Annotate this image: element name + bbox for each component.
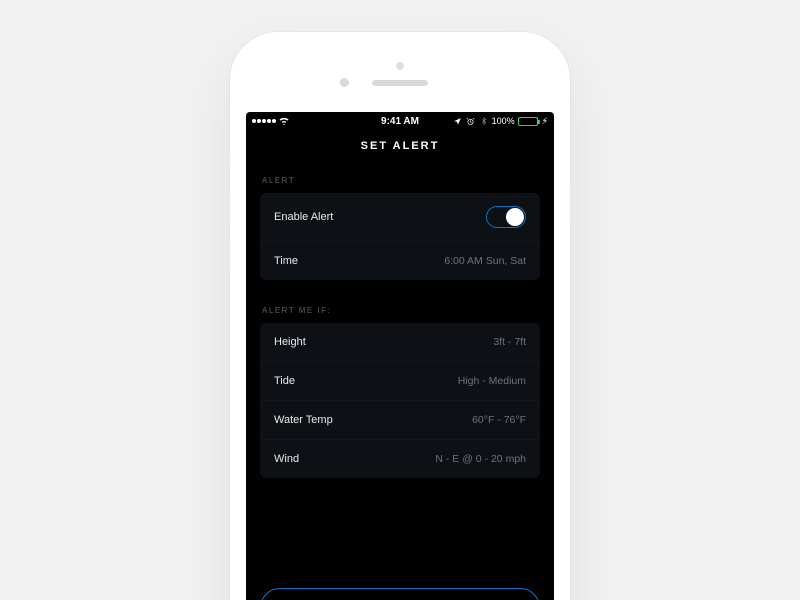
earpiece-speaker bbox=[372, 80, 428, 86]
row-tide[interactable]: Tide High - Medium bbox=[260, 361, 540, 400]
row-label: Height bbox=[274, 336, 306, 348]
mute-switch bbox=[227, 150, 230, 172]
volume-up-button bbox=[227, 192, 230, 228]
row-height[interactable]: Height 3ft - 7ft bbox=[260, 323, 540, 361]
enable-alert-toggle[interactable] bbox=[486, 206, 526, 228]
row-label: Enable Alert bbox=[274, 211, 333, 223]
dismiss-wrap: DISMISS bbox=[260, 588, 540, 600]
battery-percent: 100% bbox=[492, 116, 515, 126]
row-value: 6:00 AM Sun, Sat bbox=[444, 255, 526, 267]
section-label-alert: ALERT bbox=[262, 176, 540, 185]
row-water-temp[interactable]: Water Temp 60°F - 76°F bbox=[260, 400, 540, 439]
row-value: 60°F - 76°F bbox=[472, 414, 526, 426]
power-button bbox=[570, 182, 573, 226]
row-label: Tide bbox=[274, 375, 295, 387]
status-right: 100% ⚡︎ bbox=[453, 116, 548, 127]
row-label: Time bbox=[274, 255, 298, 267]
charging-icon: ⚡︎ bbox=[542, 116, 548, 127]
row-wind[interactable]: Wind N - E @ 0 - 20 mph bbox=[260, 439, 540, 478]
row-time[interactable]: Time 6:00 AM Sun, Sat bbox=[260, 241, 540, 280]
row-label: Water Temp bbox=[274, 414, 333, 426]
canvas: 9:41 AM 100% ⚡︎ SET ALERT bbox=[0, 0, 800, 600]
location-icon bbox=[453, 116, 463, 126]
signal-dots-icon bbox=[252, 119, 276, 123]
volume-down-button bbox=[227, 236, 230, 272]
wifi-icon bbox=[279, 116, 289, 126]
page-title: SET ALERT bbox=[246, 130, 554, 170]
row-label: Wind bbox=[274, 453, 299, 465]
dismiss-button[interactable]: DISMISS bbox=[260, 588, 540, 600]
row-value: 3ft - 7ft bbox=[493, 336, 526, 348]
alert-card: Enable Alert Time 6:00 AM Sun, Sat bbox=[260, 193, 540, 280]
battery-icon bbox=[518, 117, 538, 126]
screen: 9:41 AM 100% ⚡︎ SET ALERT bbox=[246, 112, 554, 600]
bluetooth-icon bbox=[479, 116, 489, 126]
toggle-knob bbox=[506, 208, 524, 226]
status-time: 9:41 AM bbox=[381, 116, 419, 127]
row-value: N - E @ 0 - 20 mph bbox=[435, 453, 526, 465]
row-enable-alert[interactable]: Enable Alert bbox=[260, 193, 540, 241]
row-value: High - Medium bbox=[458, 375, 526, 387]
conditions-card: Height 3ft - 7ft Tide High - Medium Wate… bbox=[260, 323, 540, 478]
status-bar: 9:41 AM 100% ⚡︎ bbox=[246, 112, 554, 130]
proximity-sensor bbox=[396, 62, 404, 70]
alarm-icon bbox=[466, 116, 476, 126]
section-label-conditions: ALERT ME IF: bbox=[262, 306, 540, 315]
front-camera bbox=[340, 78, 349, 87]
status-left bbox=[252, 116, 289, 126]
phone-frame: 9:41 AM 100% ⚡︎ SET ALERT bbox=[230, 32, 570, 600]
content: ALERT Enable Alert Time 6:00 AM Sun, Sat bbox=[246, 176, 554, 478]
